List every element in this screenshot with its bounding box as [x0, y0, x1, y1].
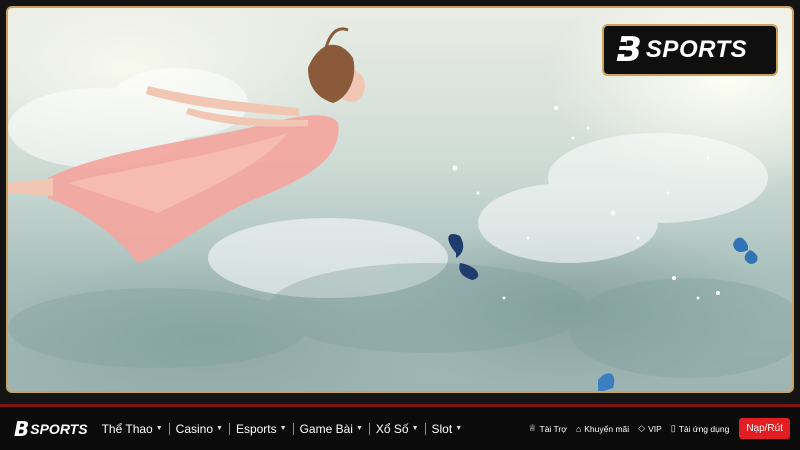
link-vip[interactable]: ◇ VIP — [638, 423, 662, 434]
menu-item-slot[interactable]: Slot ▼ — [426, 422, 469, 436]
brand-name: SPORTS — [645, 36, 748, 63]
menu-item-esports[interactable]: Esports ▼ — [230, 422, 293, 436]
nav-brand-name: SPORTS — [30, 420, 88, 437]
chevron-down-icon: ▼ — [455, 425, 463, 432]
deposit-withdraw-button[interactable]: Nạp/Rút — [739, 418, 790, 439]
nav-menu: Thể Thao ▼ Casino ▼ Esports ▼ Game Bài ▼ Xổ … — [96, 422, 469, 436]
diamond-icon: ◇ — [638, 423, 646, 433]
link-tai-tro[interactable]: ♕ Tài Trợ — [528, 423, 566, 434]
main-navbar: B SPORTS Thể Thao ▼ Casino ▼ Esports ▼ Game… — [0, 404, 800, 450]
brand-mark-icon: B — [612, 30, 642, 70]
brand-logo-badge[interactable]: B SPORTS — [602, 24, 778, 76]
menu-item-casino[interactable]: Casino ▼ — [170, 422, 229, 436]
link-khuyen-mai[interactable]: ⌂ Khuyến mãi — [576, 424, 629, 434]
hero-banner[interactable]: B SPORTS — [6, 6, 794, 393]
menu-item-xo-so[interactable]: Xổ Số ▼ — [370, 422, 425, 436]
chevron-down-icon: ▼ — [355, 425, 363, 432]
nav-right-links: ♕ Tài Trợ ⌂ Khuyến mãi ◇ VIP ▯ Tải ứng d… — [519, 418, 790, 439]
tag-icon: ⌂ — [575, 423, 582, 434]
chevron-down-icon: ▼ — [411, 425, 419, 432]
trophy-icon: ♕ — [528, 423, 537, 433]
chevron-down-icon: ▼ — [216, 425, 223, 432]
chevron-down-icon: ▼ — [155, 425, 163, 432]
menu-item-game-bai[interactable]: Game Bài ▼ — [294, 422, 369, 436]
phone-icon: ▯ — [670, 423, 676, 433]
nav-logo[interactable]: B SPORTS — [14, 417, 88, 441]
link-tai-ung-dung[interactable]: ▯ Tải ứng dụng — [671, 423, 730, 434]
chevron-down-icon: ▼ — [279, 425, 287, 432]
menu-item-the-thao[interactable]: Thể Thao ▼ — [96, 422, 169, 436]
nav-brand-mark-icon: B — [14, 416, 29, 441]
